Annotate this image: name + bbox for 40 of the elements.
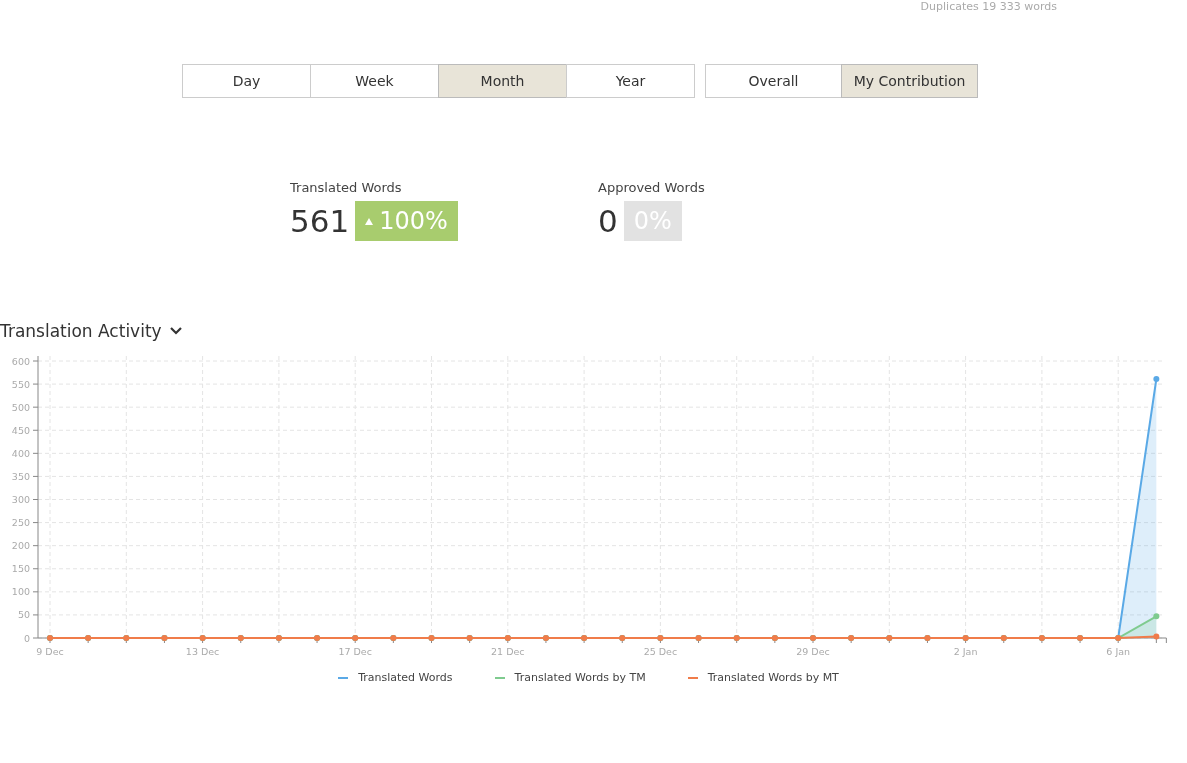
chevron-down-icon[interactable] <box>169 327 182 335</box>
x-tick-label: 6 Jan <box>1106 646 1131 657</box>
y-tick-label: 300 <box>11 494 30 505</box>
legend-label[interactable]: Translated Words <box>358 671 453 684</box>
scope-tab[interactable]: Overall <box>705 64 842 98</box>
x-tick-label: 25 Dec <box>643 646 678 657</box>
x-tick-label: 21 Dec <box>491 646 525 657</box>
y-tick-label: 600 <box>11 355 30 367</box>
scope-tab[interactable]: My Contribution <box>841 64 978 98</box>
stat-label: Translated Words <box>290 180 403 195</box>
y-tick-label: 50 <box>17 609 30 621</box>
duplicates-note: Duplicates 19 333 words <box>920 0 1057 14</box>
x-tick-label: 29 Dec <box>796 646 830 657</box>
y-tick-label: 200 <box>11 540 30 552</box>
period-tab[interactable]: Year <box>566 64 695 98</box>
y-tick-label: 100 <box>11 586 30 598</box>
y-tick-label: 450 <box>11 424 30 436</box>
x-tick-label: 13 Dec <box>185 646 220 657</box>
y-tick-label: 400 <box>11 447 30 459</box>
section-title: Translation Activity <box>0 321 162 341</box>
stat-label: Approved Words <box>598 180 706 195</box>
change-badge: 100% <box>355 201 458 241</box>
legend-label[interactable]: Translated Words by TM <box>514 671 646 684</box>
period-tab[interactable]: Week <box>310 64 439 98</box>
x-tick-label: 17 Dec <box>338 646 372 657</box>
y-tick-label: 250 <box>11 517 30 529</box>
period-tab[interactable]: Day <box>182 64 311 98</box>
stat-value: 0 <box>598 203 618 239</box>
stat-value: 561 <box>290 203 350 239</box>
data-point <box>1153 633 1160 640</box>
x-tick-label: 9 Dec <box>36 646 64 657</box>
y-tick-label: 500 <box>11 401 30 413</box>
y-tick-label: 350 <box>11 470 30 482</box>
up-triangle-icon <box>365 217 374 225</box>
y-tick-label: 550 <box>11 378 30 390</box>
y-tick-label: 0 <box>23 632 30 644</box>
x-tick-label: 2 Jan <box>953 646 978 657</box>
legend-label[interactable]: Translated Words by MT <box>707 671 839 684</box>
period-tab[interactable]: Month <box>438 64 567 98</box>
y-tick-label: 150 <box>11 563 30 575</box>
